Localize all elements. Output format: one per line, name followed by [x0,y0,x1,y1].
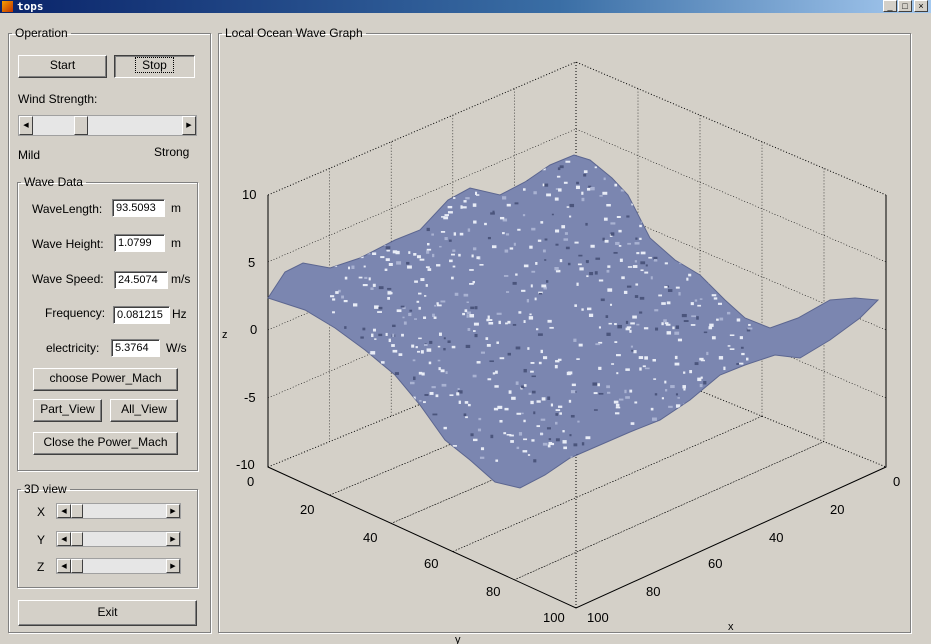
slider-right-arrow-icon[interactable]: ▶ [166,532,180,546]
z-rotation-label: Z [37,560,45,574]
view3d-legend: 3D view [24,482,67,496]
slider-right-arrow-icon[interactable]: ▶ [182,116,196,135]
mild-label: Mild [18,148,41,162]
wavelength-label: WaveLength: [32,202,103,216]
wave-height-label: Wave Height: [32,237,104,251]
stop-button-label: Stop [135,57,174,73]
all-view-button[interactable]: All_View [110,399,178,422]
y-rotation-slider[interactable]: ◀ ▶ [56,531,181,547]
slider-left-arrow-icon[interactable]: ◀ [57,532,71,546]
start-button[interactable]: Start [18,55,107,78]
slider-left-arrow-icon[interactable]: ◀ [57,559,71,573]
start-button-label: Start [49,58,76,72]
minimize-button[interactable]: _ [883,0,897,12]
slider-left-arrow-icon[interactable]: ◀ [19,116,33,135]
y-slider-thumb[interactable] [71,532,83,546]
slider-right-arrow-icon[interactable]: ▶ [166,504,180,518]
slider-left-arrow-icon[interactable]: ◀ [57,504,71,518]
exit-button[interactable]: Exit [18,600,197,626]
part-view-button[interactable]: Part_View [33,399,102,422]
y-axis-label: y [455,634,461,644]
graph-legend: Local Ocean Wave Graph [225,26,363,40]
window-title: tops [17,0,44,13]
wind-slider-thumb[interactable] [74,116,89,135]
choose-power-mach-button[interactable]: choose Power_Mach [33,368,178,391]
wave-speed-unit: m/s [171,272,191,286]
wavelength-unit: m [171,201,181,215]
close-power-mach-button[interactable]: Close the Power_Mach [33,432,178,455]
electricity-field[interactable]: 5.3764 [111,339,160,357]
title-bar: tops _ □ × [0,0,931,13]
slider-right-arrow-icon[interactable]: ▶ [166,559,180,573]
x-slider-thumb[interactable] [71,504,83,518]
z-rotation-slider[interactable]: ◀ ▶ [56,558,181,574]
app-icon [2,1,13,12]
maximize-button[interactable]: □ [898,0,912,12]
wave-data-panel: Wave Data [17,175,198,471]
frequency-field[interactable]: 0.081215 [113,306,170,324]
electricity-label: electricity: [46,341,100,355]
wave-speed-label: Wave Speed: [32,272,104,286]
wave-height-unit: m [171,236,181,250]
frequency-unit: Hz [172,307,187,321]
strong-label: Strong [154,145,190,159]
close-window-button[interactable]: × [914,0,928,12]
wind-strength-slider[interactable]: ◀ ▶ [18,115,197,136]
y-rotation-label: Y [37,533,46,547]
electricity-unit: W/s [166,341,187,355]
wind-strength-label: Wind Strength: [18,92,98,106]
z-slider-thumb[interactable] [71,559,83,573]
x-rotation-label: X [37,505,46,519]
graph-panel: Local Ocean Wave Graph [218,26,911,633]
x-rotation-slider[interactable]: ◀ ▶ [56,503,181,519]
wavelength-field[interactable]: 93.5093 [112,199,165,217]
wave-data-legend: Wave Data [24,175,83,189]
frequency-label: Frequency: [45,306,106,320]
wave-height-field[interactable]: 1.0799 [114,234,165,252]
wave-speed-field[interactable]: 24.5074 [114,271,168,289]
stop-button[interactable]: Stop [114,55,195,78]
operation-legend: Operation [15,26,68,40]
